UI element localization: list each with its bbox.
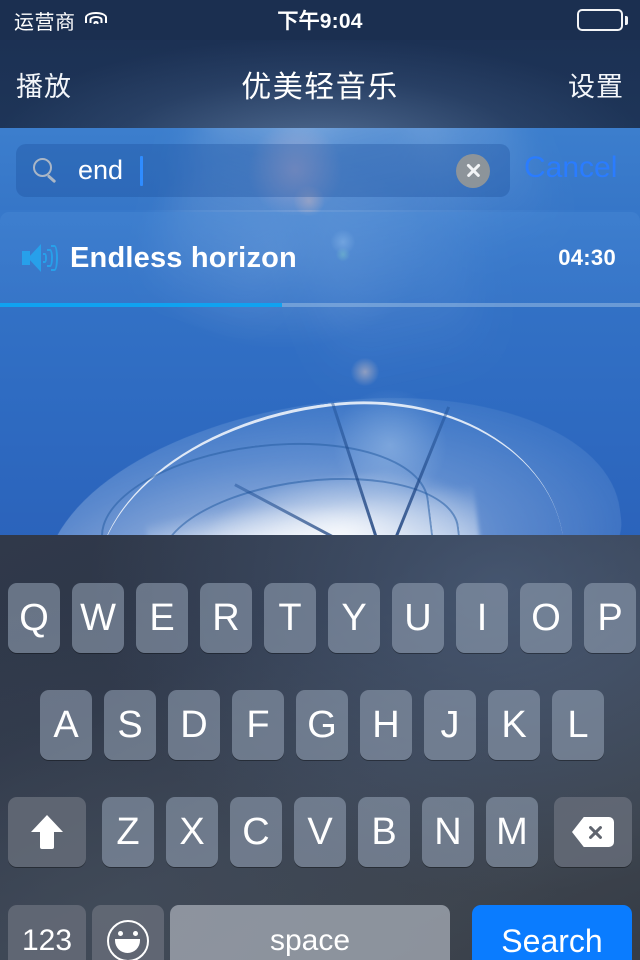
key-n[interactable]: N bbox=[422, 797, 474, 867]
shift-key[interactable] bbox=[8, 797, 86, 867]
key-p[interactable]: P bbox=[584, 583, 636, 653]
navigation-bar: 播放 优美轻音乐 设置 bbox=[0, 40, 640, 128]
backspace-key[interactable] bbox=[554, 797, 632, 867]
key-w[interactable]: W bbox=[72, 583, 124, 653]
app-root: 运营商 下午9:04 播放 优美轻音乐 设置 end Cancel Endles… bbox=[0, 0, 640, 960]
battery-icon bbox=[577, 9, 623, 31]
key-s[interactable]: S bbox=[104, 690, 156, 760]
text-cursor bbox=[140, 156, 143, 186]
lens-flare bbox=[350, 358, 380, 386]
key-k[interactable]: K bbox=[488, 690, 540, 760]
status-bar-clock: 下午9:04 bbox=[277, 10, 363, 33]
list-item[interactable]: Endless horizon 04:30 bbox=[0, 212, 640, 304]
key-r[interactable]: R bbox=[200, 583, 252, 653]
key-z[interactable]: Z bbox=[102, 797, 154, 867]
numbers-key[interactable]: 123 bbox=[8, 905, 86, 960]
on-screen-keyboard: QWERTYUIOP ASDFGHJKL ZXCVBNM 123 space S… bbox=[0, 535, 640, 960]
cancel-button[interactable]: Cancel bbox=[524, 151, 617, 185]
key-m[interactable]: M bbox=[486, 797, 538, 867]
key-v[interactable]: V bbox=[294, 797, 346, 867]
search-bar: end Cancel bbox=[0, 128, 640, 210]
space-key[interactable]: space bbox=[170, 905, 450, 960]
key-i[interactable]: I bbox=[456, 583, 508, 653]
shift-arrow-up-icon bbox=[31, 815, 63, 849]
search-results-list: Endless horizon 04:30 bbox=[0, 212, 640, 307]
key-e[interactable]: E bbox=[136, 583, 188, 653]
playback-progress-fill bbox=[0, 303, 282, 307]
emoji-smiley-icon bbox=[107, 920, 149, 960]
search-input-value: end bbox=[78, 155, 124, 185]
key-u[interactable]: U bbox=[392, 583, 444, 653]
search-return-key[interactable]: Search bbox=[472, 905, 632, 960]
key-x[interactable]: X bbox=[166, 797, 218, 867]
key-d[interactable]: D bbox=[168, 690, 220, 760]
backspace-delete-icon bbox=[572, 817, 614, 847]
key-j[interactable]: J bbox=[424, 690, 476, 760]
key-f[interactable]: F bbox=[232, 690, 284, 760]
emoji-key[interactable] bbox=[92, 905, 164, 960]
page-title: 优美轻音乐 bbox=[241, 71, 399, 104]
search-icon bbox=[33, 157, 59, 184]
key-h[interactable]: H bbox=[360, 690, 412, 760]
key-t[interactable]: T bbox=[264, 583, 316, 653]
track-title: Endless horizon bbox=[70, 241, 297, 274]
key-c[interactable]: C bbox=[230, 797, 282, 867]
speaker-icon bbox=[22, 244, 58, 272]
battery-cap-icon bbox=[625, 15, 628, 25]
key-l[interactable]: L bbox=[552, 690, 604, 760]
key-y[interactable]: Y bbox=[328, 583, 380, 653]
key-o[interactable]: O bbox=[520, 583, 572, 653]
search-input[interactable]: end bbox=[16, 144, 510, 197]
clear-icon[interactable] bbox=[456, 153, 490, 188]
track-duration: 04:30 bbox=[558, 245, 616, 270]
key-b[interactable]: B bbox=[358, 797, 410, 867]
key-g[interactable]: G bbox=[296, 690, 348, 760]
key-q[interactable]: Q bbox=[8, 583, 60, 653]
status-bar: 运营商 下午9:04 bbox=[0, 0, 640, 40]
settings-button[interactable]: 设置 bbox=[568, 65, 624, 104]
playback-progress-bar[interactable] bbox=[0, 303, 640, 307]
status-bar-right bbox=[577, 9, 628, 31]
key-a[interactable]: A bbox=[40, 690, 92, 760]
